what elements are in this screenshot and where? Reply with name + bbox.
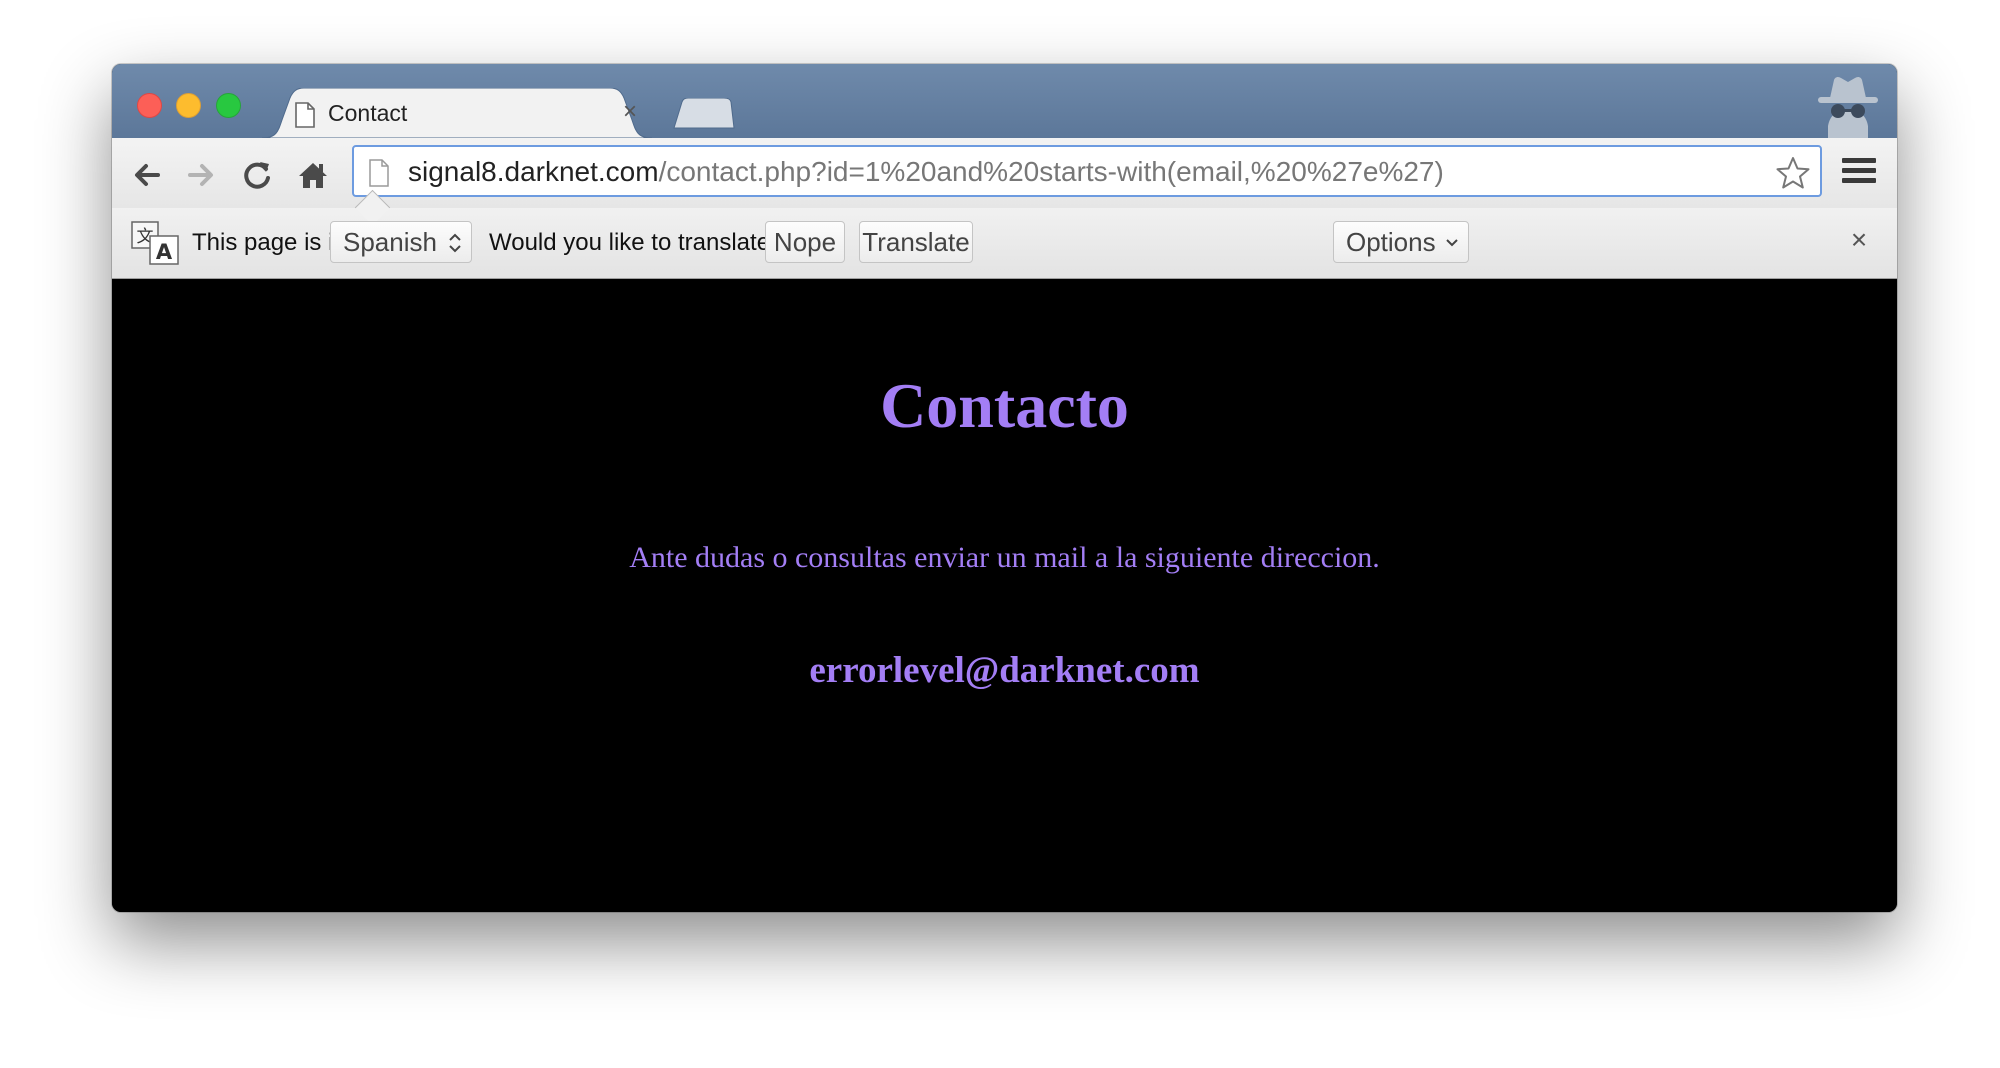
page-icon xyxy=(295,102,315,128)
reload-icon[interactable] xyxy=(238,156,276,194)
browser-window: Contact × signal8.darknet.com/contact.ph… xyxy=(112,64,1897,912)
language-select[interactable]: Spanish xyxy=(330,221,472,263)
language-select-value: Spanish xyxy=(343,227,437,257)
browser-menu-icon[interactable] xyxy=(1842,158,1876,188)
translate-infobar: 文 A This page is in Spanish Would you li… xyxy=(112,189,1897,279)
translate-icon: 文 A xyxy=(131,221,179,265)
translate-prefix-label: This page is in xyxy=(192,229,347,256)
home-icon[interactable] xyxy=(294,156,332,194)
tab-contact[interactable]: Contact × xyxy=(262,88,652,138)
bookmark-star-icon[interactable] xyxy=(1776,156,1810,190)
page-info-icon[interactable] xyxy=(368,159,390,187)
tab-close-icon[interactable]: × xyxy=(618,100,642,124)
close-infobar-icon[interactable]: × xyxy=(1845,226,1873,254)
close-window-button[interactable] xyxy=(137,93,162,118)
contact-email: errorlevel@darknet.com xyxy=(809,650,1200,691)
nope-button[interactable]: Nope xyxy=(765,221,845,263)
back-arrow-icon[interactable] xyxy=(128,156,166,194)
new-tab-button[interactable] xyxy=(672,98,736,130)
page-heading: Contacto xyxy=(880,370,1129,441)
svg-text:A: A xyxy=(156,240,173,264)
tab-strip: Contact × xyxy=(112,64,1897,138)
options-menu[interactable]: Options xyxy=(1333,221,1469,263)
url-host: signal8.darknet.com xyxy=(408,156,659,187)
options-label: Options xyxy=(1346,227,1436,257)
url-text[interactable]: signal8.darknet.com/contact.php?id=1%20a… xyxy=(408,155,1444,189)
forward-arrow-icon[interactable] xyxy=(182,156,220,194)
select-updown-icon xyxy=(449,233,461,253)
minimize-window-button[interactable] xyxy=(176,93,201,118)
chevron-down-icon xyxy=(1446,239,1458,247)
page-paragraph: Ante dudas o consultas enviar un mail a … xyxy=(629,541,1380,574)
translate-question-label: Would you like to translate it? xyxy=(489,229,803,256)
incognito-icon xyxy=(1818,76,1878,138)
page-content: Contacto Ante dudas o consultas enviar u… xyxy=(112,279,1897,912)
zoom-window-button[interactable] xyxy=(216,93,241,118)
url-path: /contact.php?id=1%20and%20starts-with(em… xyxy=(658,156,1444,187)
translate-button[interactable]: Translate xyxy=(859,221,973,263)
address-bar[interactable]: signal8.darknet.com/contact.php?id=1%20a… xyxy=(352,145,1822,197)
tab-title: Contact xyxy=(328,100,408,126)
